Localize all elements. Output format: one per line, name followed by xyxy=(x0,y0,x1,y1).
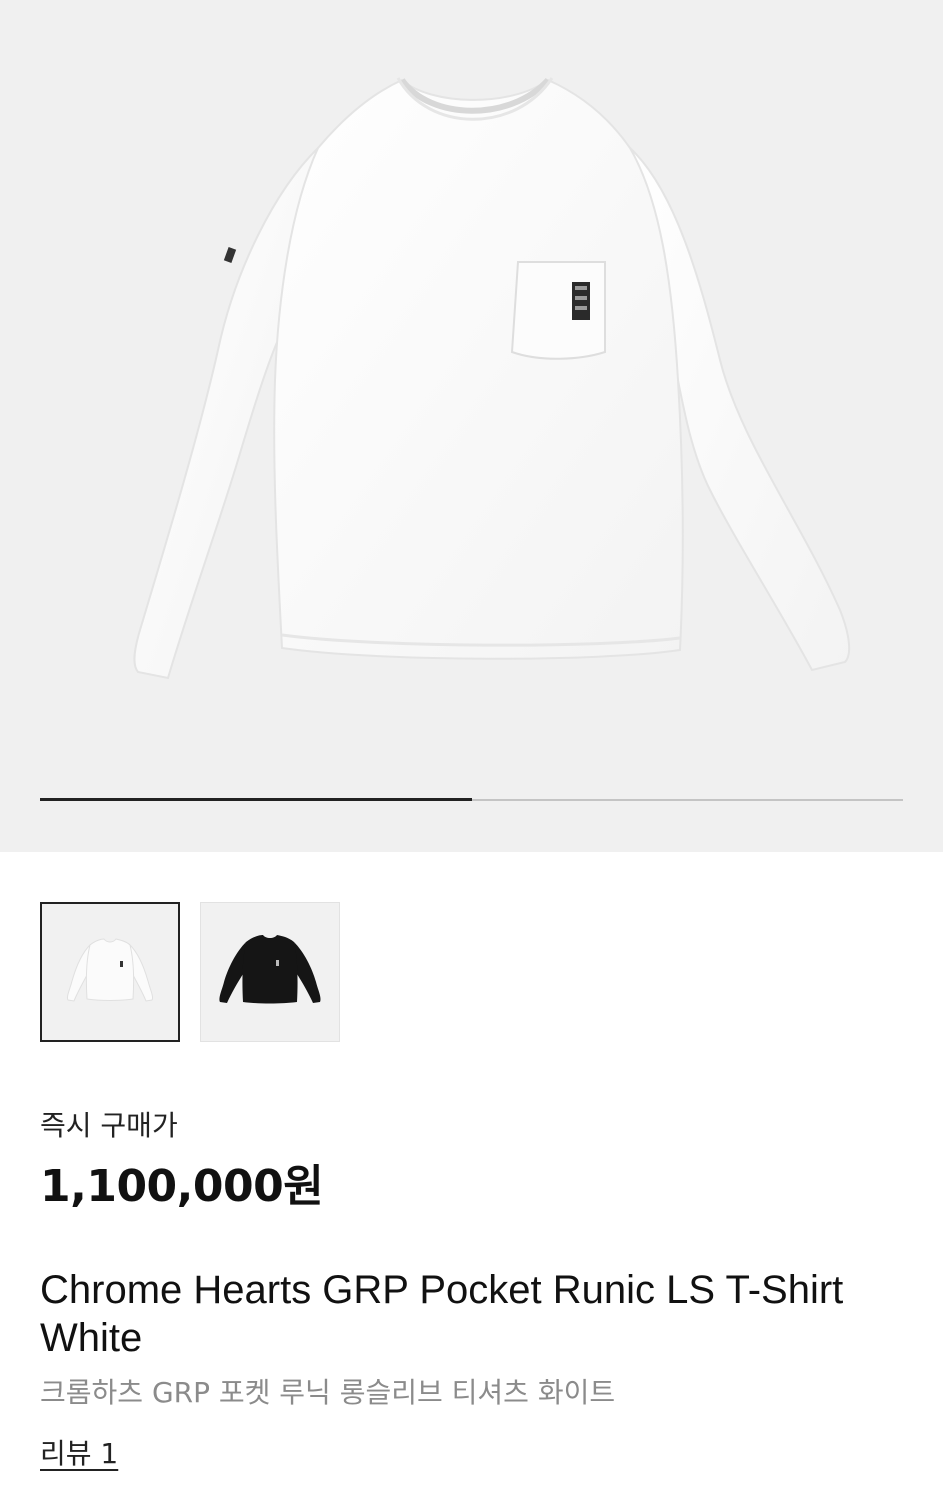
thumbnail-list xyxy=(40,902,340,1042)
product-title: Chrome Hearts GRP Pocket Runic LS T-Shir… xyxy=(40,1268,844,1360)
price-value: 1,100,000원 xyxy=(40,1161,324,1212)
price-label: 즉시 구매가 xyxy=(40,1109,178,1142)
white-longsleeve-tshirt-thumbnail-icon xyxy=(67,938,153,1002)
carousel-progress-fill xyxy=(40,798,472,801)
reviews-link[interactable]: 리뷰 1 xyxy=(40,1432,118,1472)
white-longsleeve-tshirt-photo-icon xyxy=(133,77,851,680)
thumbnail-white[interactable] xyxy=(40,902,180,1042)
black-longsleeve-tshirt-thumbnail-icon xyxy=(219,935,321,1004)
product-image-carousel[interactable] xyxy=(0,0,943,852)
thumbnail-black[interactable] xyxy=(200,902,340,1042)
carousel-progress-track xyxy=(40,798,903,801)
product-subtitle: 크롬하츠 GRP 포켓 루닉 롱슬리브 티셔츠 화이트 xyxy=(40,1376,616,1409)
